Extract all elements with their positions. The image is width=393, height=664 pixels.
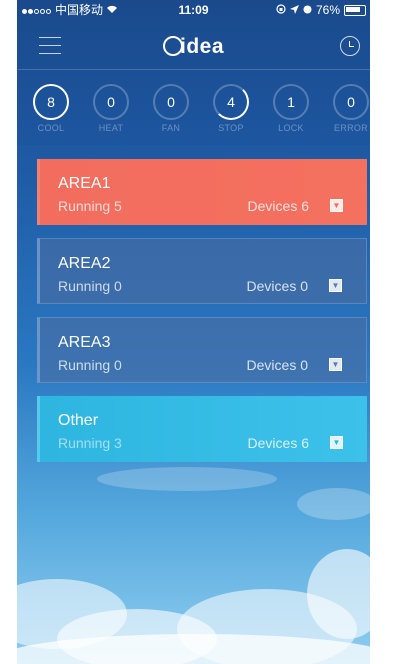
midea-logo: idea [17,35,370,59]
chevron-down-icon[interactable]: ▼ [329,279,342,292]
battery-percent: 76% [315,3,340,17]
chevron-down-icon[interactable]: ▼ [330,199,343,212]
app-screen: 中国移动 11:09 76% idea 8 COOL 0 HEAT 0 FAN … [17,0,370,664]
stat-heat-value: 0 [93,84,129,120]
area-info-row: Running 5 Devices 6 ▼ [58,197,349,215]
app-header: idea [17,25,370,69]
stat-fan[interactable]: 0 FAN [151,84,191,133]
cloud-background-image [17,467,370,664]
status-right: 76% [276,0,366,20]
area-info-row: Running 0 Devices 0 ▼ [58,356,348,374]
stat-lock-label: LOCK [278,123,304,133]
area-title: AREA3 [58,334,111,351]
area-running: Running 0 [58,278,122,294]
chevron-down-icon[interactable]: ▼ [329,358,342,371]
status-bar: 中国移动 11:09 76% [17,0,370,20]
location-icon [289,0,299,20]
stat-error-label: ERROR [333,123,368,133]
area-devices: Devices 6 [247,198,309,214]
stat-stop-label: STOP [218,123,244,133]
lock-rotation-icon [276,0,286,20]
area-running: Running 0 [58,357,122,373]
stat-lock-value: 1 [273,84,309,120]
area-devices: Devices 6 [247,435,309,451]
area-info-row: Running 3 Devices 6 ▼ [58,434,349,452]
stat-cool-value: 8 [33,84,69,120]
area-devices: Devices 0 [246,357,308,373]
area-devices: Devices 0 [246,278,308,294]
stat-error[interactable]: 0 ERROR [331,84,370,133]
area-card-other[interactable]: Other Running 3 Devices 6 ▼ [37,396,367,462]
area-title: AREA1 [58,175,111,192]
stat-heat[interactable]: 0 HEAT [91,84,131,133]
stat-fan-label: FAN [161,123,181,133]
battery-icon [344,4,366,16]
area-title: AREA2 [58,255,111,272]
stat-fan-value: 0 [153,84,189,120]
area-running: Running 5 [58,198,122,214]
area-card-area3[interactable]: AREA3 Running 0 Devices 0 ▼ [37,317,367,383]
chevron-down-icon[interactable]: ▼ [330,436,343,449]
area-info-row: Running 0 Devices 0 ▼ [58,277,348,295]
area-title: Other [58,412,99,429]
clock-icon[interactable] [340,36,360,56]
stat-lock[interactable]: 1 LOCK [271,84,311,133]
area-card-area1[interactable]: AREA1 Running 5 Devices 6 ▼ [37,159,367,225]
area-running: Running 3 [58,435,122,451]
stat-stop[interactable]: 4 STOP [211,84,251,133]
stat-stop-value: 4 [213,84,249,120]
area-card-area2[interactable]: AREA2 Running 0 Devices 0 ▼ [37,238,367,304]
stat-cool[interactable]: 8 COOL [31,84,71,133]
status-summary: 8 COOL 0 HEAT 0 FAN 4 STOP 1 LOCK 0 ERRO… [17,84,370,136]
header-divider [17,69,370,70]
stat-cool-label: COOL [37,123,65,133]
stat-error-value: 0 [333,84,369,120]
alarm-icon [303,0,312,20]
logo-text: idea [179,35,225,58]
stat-heat-label: HEAT [98,123,124,133]
